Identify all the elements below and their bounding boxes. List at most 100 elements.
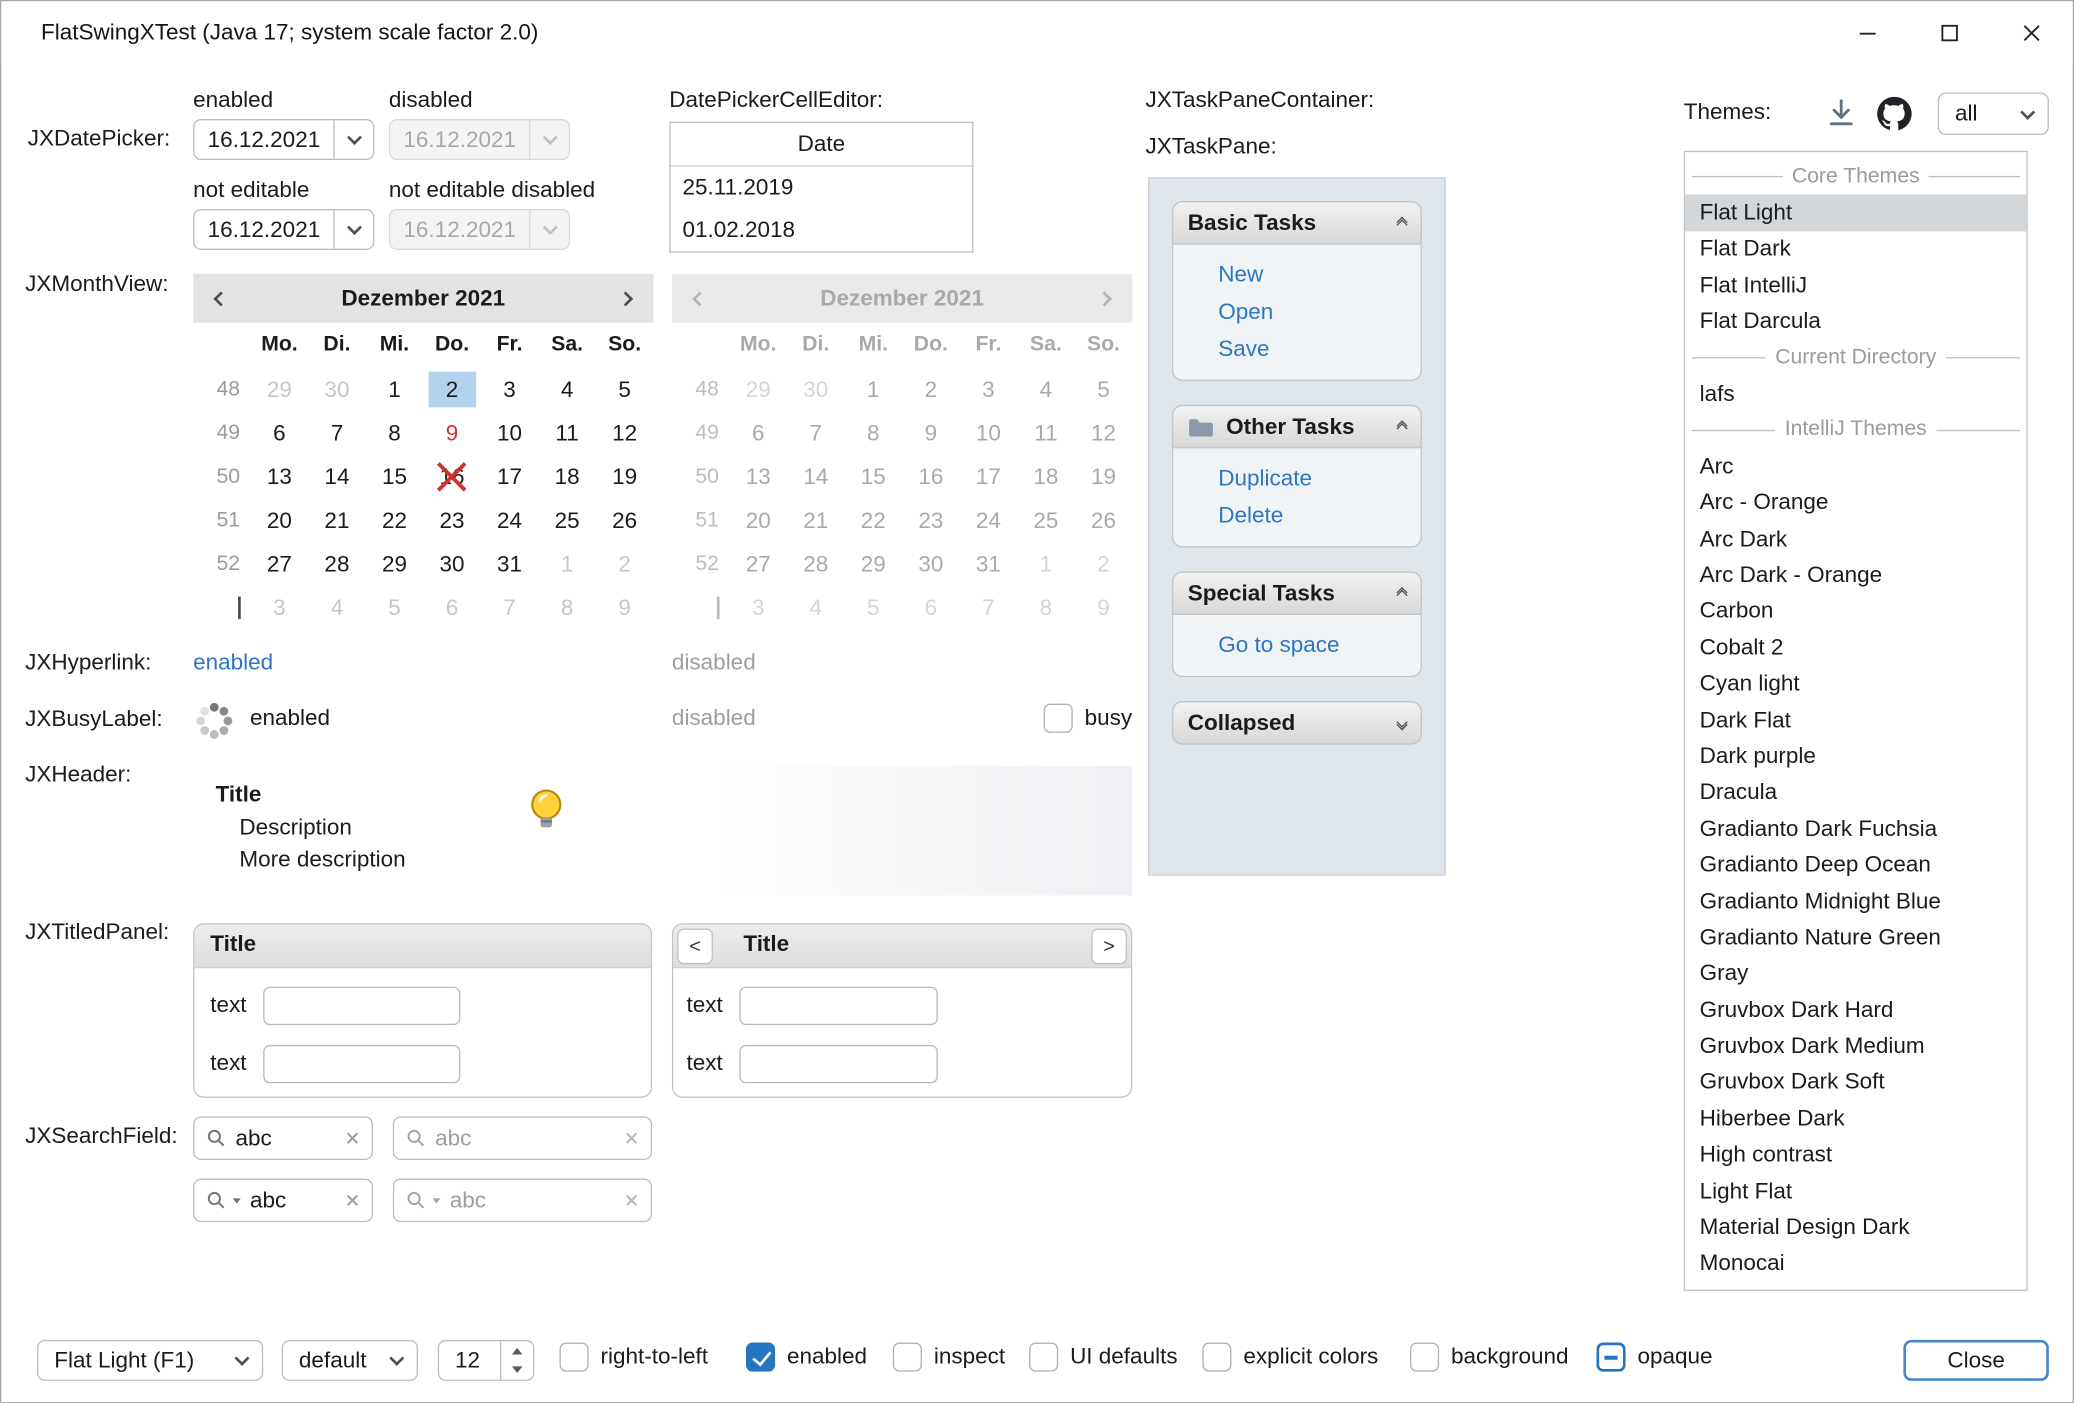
- spinner-up-button[interactable]: [501, 1341, 533, 1360]
- calendar-day[interactable]: 8: [538, 586, 596, 630]
- theme-list-item[interactable]: Flat Dark: [1685, 231, 2026, 267]
- datepicker-enabled[interactable]: 16.12.2021: [193, 119, 374, 160]
- theme-list-item[interactable]: Dracula: [1685, 775, 2026, 811]
- calendar-day[interactable]: 10: [481, 411, 539, 455]
- theme-list-item[interactable]: Dark purple: [1685, 738, 2026, 774]
- calendar-day[interactable]: 17: [481, 455, 539, 499]
- close-window-button[interactable]: [1991, 1, 2073, 64]
- calendar-day[interactable]: 13: [251, 455, 309, 499]
- checkbox-busy[interactable]: busy: [1044, 704, 1133, 733]
- checkbox-ui-defaults[interactable]: UI defaults: [1029, 1343, 1177, 1372]
- calendar-day[interactable]: 28: [308, 542, 366, 586]
- table-row[interactable]: 01.02.2018: [671, 209, 973, 251]
- calendar-day[interactable]: 30: [423, 542, 481, 586]
- theme-list-item[interactable]: Arc: [1685, 449, 2026, 485]
- checkbox-box[interactable]: [746, 1343, 775, 1372]
- panel-prev-button[interactable]: <: [677, 929, 713, 965]
- taskpane-link[interactable]: Go to space: [1218, 632, 1410, 658]
- calendar-day[interactable]: 7: [481, 586, 539, 630]
- calendar-day[interactable]: 30: [308, 368, 366, 412]
- calendar-day[interactable]: 29: [366, 542, 424, 586]
- calendar-day[interactable]: 6: [423, 586, 481, 630]
- taskpane-link[interactable]: Duplicate: [1218, 466, 1410, 492]
- theme-list-item[interactable]: Flat IntelliJ: [1685, 267, 2026, 303]
- calendar-day[interactable]: 4: [538, 368, 596, 412]
- checkbox-inspect[interactable]: inspect: [893, 1343, 1005, 1372]
- theme-list-item[interactable]: Material Design Dark: [1685, 1209, 2026, 1245]
- theme-list-item[interactable]: Arc Dark: [1685, 521, 2026, 557]
- theme-list-item[interactable]: Gray: [1685, 956, 2026, 992]
- calendar-day[interactable]: 6: [251, 411, 309, 455]
- calendar-day[interactable]: 4: [308, 586, 366, 630]
- checkbox-box[interactable]: [1597, 1343, 1626, 1372]
- calendar-day[interactable]: 1: [538, 542, 596, 586]
- taskpane-link[interactable]: Open: [1218, 299, 1410, 325]
- datepicker-not-editable[interactable]: 16.12.2021: [193, 209, 374, 250]
- calendar-day[interactable]: 16: [423, 455, 481, 499]
- taskpane-header[interactable]: Special Tasks: [1172, 571, 1422, 615]
- theme-list-item[interactable]: Light Flat: [1685, 1173, 2026, 1209]
- next-month-icon[interactable]: [618, 291, 633, 306]
- theme-list-item[interactable]: Dark Flat: [1685, 702, 2026, 738]
- themes-filter-combo[interactable]: all: [1938, 93, 2049, 135]
- table-row[interactable]: 25.11.2019: [671, 167, 973, 209]
- taskpane-header[interactable]: Basic Tasks: [1172, 201, 1422, 245]
- calendar-day[interactable]: 2: [596, 542, 654, 586]
- calendar-day[interactable]: 12: [596, 411, 654, 455]
- close-button[interactable]: Close: [1903, 1340, 2048, 1381]
- clear-icon[interactable]: [345, 1193, 360, 1208]
- theme-list-item[interactable]: Arc - Orange: [1685, 485, 2026, 521]
- calendar-day[interactable]: 20: [251, 499, 309, 543]
- text-input[interactable]: [263, 1045, 460, 1083]
- text-input[interactable]: [739, 987, 937, 1025]
- calendar-day[interactable]: 29: [251, 368, 309, 412]
- calendar-day[interactable]: 25: [538, 499, 596, 543]
- calendar-day[interactable]: 9: [423, 411, 481, 455]
- theme-list-item[interactable]: Flat Darcula: [1685, 304, 2026, 340]
- calendar-day[interactable]: 27: [251, 542, 309, 586]
- checkbox-box[interactable]: [560, 1343, 589, 1372]
- chevron-up-icon[interactable]: [1398, 424, 1406, 429]
- checkbox-box[interactable]: [1202, 1343, 1231, 1372]
- calendar-day[interactable]: 19: [596, 455, 654, 499]
- chevron-up-icon[interactable]: [1398, 220, 1406, 225]
- theme-list-item[interactable]: Nord: [1685, 1282, 2026, 1291]
- theme-list-item[interactable]: Gradianto Nature Green: [1685, 920, 2026, 956]
- theme-list-item[interactable]: Gruvbox Dark Hard: [1685, 992, 2026, 1028]
- theme-list-item[interactable]: High contrast: [1685, 1137, 2026, 1173]
- search-menu-arrow-icon[interactable]: [233, 1198, 241, 1203]
- font-combo[interactable]: default: [282, 1340, 418, 1381]
- datepicker-dropdown-button[interactable]: [333, 210, 373, 248]
- maximize-button[interactable]: [1909, 1, 1991, 64]
- theme-list-item[interactable]: Arc Dark - Orange: [1685, 557, 2026, 593]
- theme-list-item[interactable]: Gruvbox Dark Soft: [1685, 1064, 2026, 1100]
- checkbox-box[interactable]: [893, 1343, 922, 1372]
- theme-list-item[interactable]: Gradianto Deep Ocean: [1685, 847, 2026, 883]
- minimize-button[interactable]: [1827, 1, 1909, 64]
- taskpane-header[interactable]: Collapsed: [1172, 701, 1422, 745]
- theme-list-item[interactable]: Hiberbee Dark: [1685, 1101, 2026, 1137]
- laf-combo[interactable]: Flat Light (F1): [37, 1340, 263, 1381]
- checkbox-enabled[interactable]: enabled: [746, 1343, 867, 1372]
- text-input[interactable]: [739, 1045, 937, 1083]
- calendar-day[interactable]: 24: [481, 499, 539, 543]
- chevron-up-icon[interactable]: [1398, 591, 1406, 596]
- taskpane-link[interactable]: Delete: [1218, 503, 1410, 529]
- calendar-day[interactable]: 31: [481, 542, 539, 586]
- download-icon[interactable]: [1824, 97, 1858, 131]
- checkbox-box[interactable]: [1029, 1343, 1058, 1372]
- table-column-header[interactable]: Date: [671, 123, 973, 167]
- calendar-day[interactable]: 1: [366, 368, 424, 412]
- taskpane-header[interactable]: Other Tasks: [1172, 405, 1422, 449]
- checkbox-box[interactable]: [1044, 704, 1073, 733]
- theme-list-item[interactable]: lafs: [1685, 376, 2026, 412]
- calendar-day[interactable]: 5: [596, 368, 654, 412]
- checkbox-opaque[interactable]: opaque: [1597, 1343, 1713, 1372]
- theme-list-item[interactable]: Gruvbox Dark Medium: [1685, 1028, 2026, 1064]
- theme-list-item[interactable]: Gradianto Dark Fuchsia: [1685, 811, 2026, 847]
- github-icon[interactable]: [1874, 94, 1914, 134]
- calendar-day[interactable]: 23: [423, 499, 481, 543]
- search-field-with-menu[interactable]: abc: [193, 1179, 373, 1223]
- calendar-day[interactable]: 3: [481, 368, 539, 412]
- chevron-down-icon[interactable]: [1398, 720, 1406, 725]
